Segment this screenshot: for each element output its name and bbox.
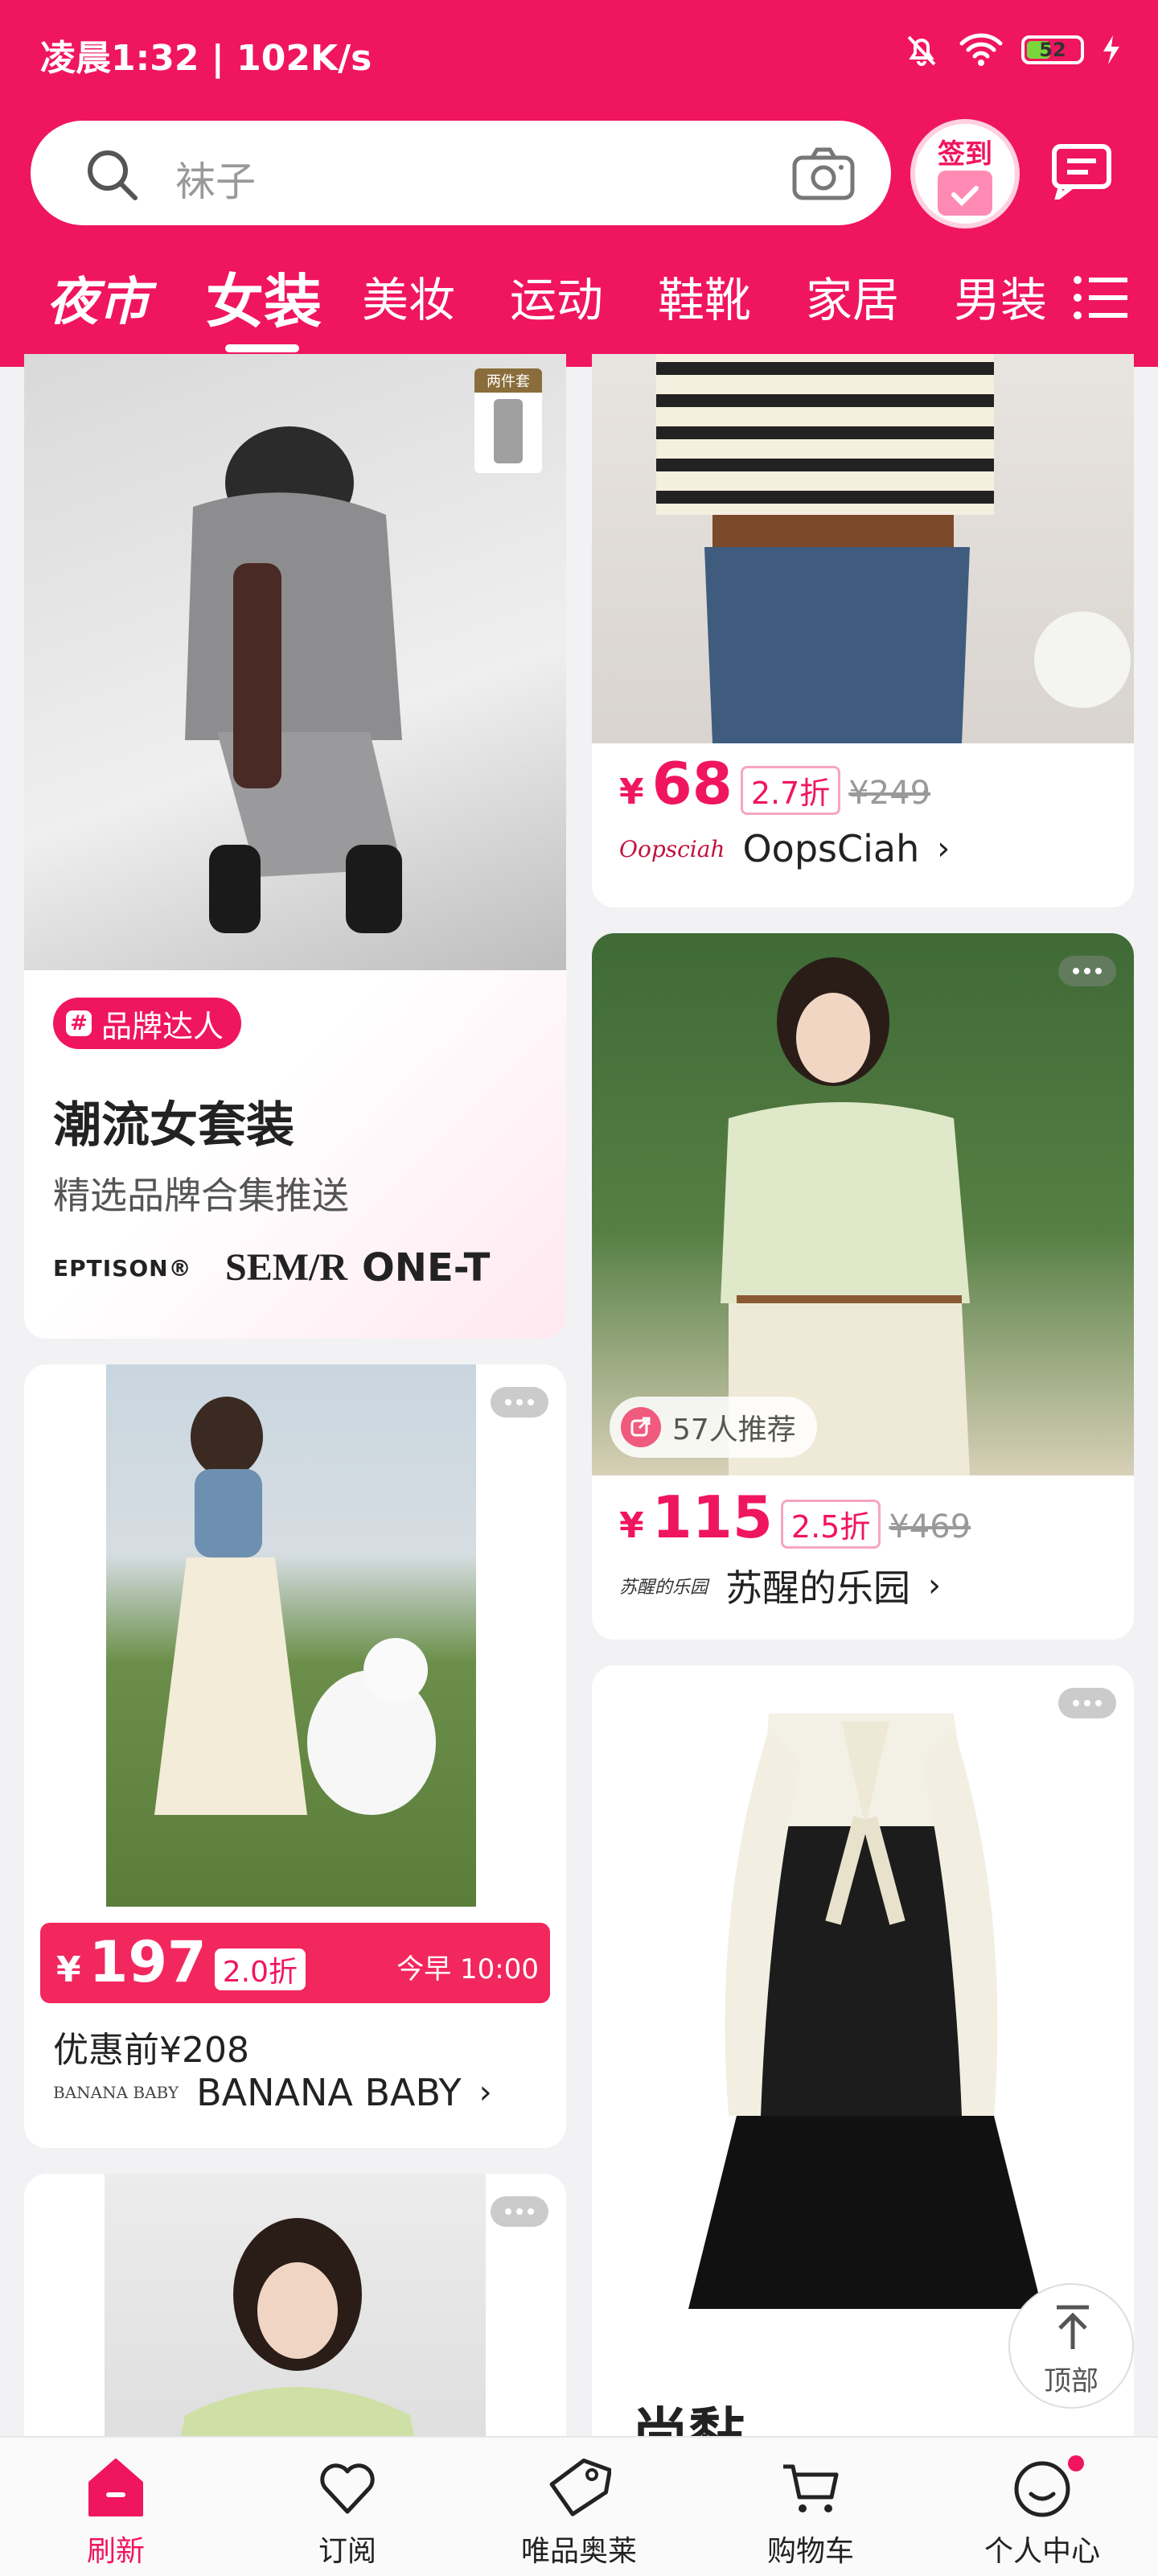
more-options-icon[interactable] xyxy=(491,2196,548,2227)
brand-row[interactable]: Oopsciah OopsCiah › xyxy=(619,827,950,870)
bottom-nav: 刷新 订阅 唯品奥莱 购物车 个人中心 xyxy=(0,2436,1158,2576)
nav-label: 刷新 xyxy=(86,2535,145,2568)
brand-logo-semir: SEM/R xyxy=(225,1246,348,1289)
currency: ¥ xyxy=(56,1949,81,1990)
product-image xyxy=(592,1665,1134,2357)
original-price: ¥249 xyxy=(848,775,931,812)
set-tag-label: 两件套 xyxy=(474,368,542,393)
price: 197 xyxy=(88,1929,207,1995)
tab-sports[interactable]: 运动 xyxy=(510,262,603,330)
product-image xyxy=(592,354,1134,743)
heart-icon xyxy=(320,2463,375,2514)
brand-name: OopsCiah xyxy=(742,827,920,870)
discount-badge: 2.0折 xyxy=(214,1948,306,1990)
badge-label: 品牌达人 xyxy=(101,1008,224,1044)
discount-badge: 2.5折 xyxy=(780,1500,881,1549)
currency: ¥ xyxy=(619,1505,644,1546)
recommend-count: 57人推荐 xyxy=(672,1414,796,1446)
tab-shoes[interactable]: 鞋靴 xyxy=(658,262,751,330)
brand-row[interactable]: 苏醒的乐园 苏醒的乐园 › xyxy=(619,1559,941,1612)
tab-home[interactable]: 家居 xyxy=(806,262,899,330)
product-card-banana-baby[interactable]: ¥ 197 2.0折 今早 10:00 优惠前¥208 BANANA BABY … xyxy=(24,1364,566,2148)
price-row: ¥ 68 2.7折 ¥249 xyxy=(619,750,930,817)
currency: ¥ xyxy=(619,772,644,813)
before-discount-price: 优惠前¥208 xyxy=(53,2030,249,2071)
nav-outlet[interactable]: 唯品奥莱 xyxy=(482,2438,676,2576)
brand-logo: 苏醒的乐园 xyxy=(619,1578,708,1598)
share-icon xyxy=(621,1407,661,1447)
chevron-right-icon: › xyxy=(937,830,951,867)
nav-profile[interactable]: 个人中心 xyxy=(946,2438,1139,2576)
message-icon[interactable] xyxy=(1049,143,1114,200)
search-icon xyxy=(88,150,138,200)
nav-cart[interactable]: 购物车 xyxy=(714,2438,907,2576)
tab-night-market[interactable]: 夜市 xyxy=(47,261,150,335)
back-to-top-label: 顶部 xyxy=(1044,2365,1098,2397)
more-options-icon[interactable] xyxy=(491,1387,548,1418)
nav-label: 订阅 xyxy=(318,2535,376,2568)
chevron-right-icon: › xyxy=(478,2074,492,2111)
brand-logo: BANANA BABY xyxy=(53,2083,179,2102)
promo-title: 潮流女套装 xyxy=(53,1097,294,1154)
price-row: ¥ 197 2.0折 xyxy=(56,1929,306,1995)
notification-dot xyxy=(1068,2455,1084,2471)
brand-logo-eptison: EPTISON® xyxy=(53,1255,192,1282)
status-bar: 凌晨1:32 | 102K/s 52 xyxy=(0,0,1158,105)
smile-icon xyxy=(1014,2461,1070,2517)
mute-bell-icon xyxy=(907,35,936,66)
price: 68 xyxy=(651,750,733,817)
discount-badge: 2.7折 xyxy=(740,766,841,815)
active-tab-indicator xyxy=(225,344,299,352)
charging-icon xyxy=(1103,35,1119,64)
nav-refresh[interactable]: 刷新 xyxy=(19,2438,212,2576)
search-placeholder: 袜子 xyxy=(175,158,256,205)
brand-row[interactable]: BANANA BABY BANANA BABY › xyxy=(53,2071,492,2114)
brand-name: 苏醒的乐园 xyxy=(725,1566,911,1610)
calendar-check-icon xyxy=(938,171,992,216)
product-image xyxy=(592,933,1134,1475)
tab-beauty[interactable]: 美妆 xyxy=(362,262,455,330)
status-time: 凌晨1:32 | 102K/s xyxy=(40,38,372,79)
tag-icon xyxy=(549,2459,611,2516)
nav-label: 唯品奥莱 xyxy=(520,2535,637,2568)
category-menu-icon[interactable] xyxy=(1073,274,1129,322)
category-tabs: 夜市 女装 美妆 运动 鞋靴 家居 男装 xyxy=(0,249,1158,367)
chevron-right-icon: › xyxy=(928,1567,942,1604)
brand-promo-card[interactable]: 两件套 # 品牌达人 潮流女套装 精选品牌合集推送 EPTISON® SEM/R… xyxy=(24,354,566,1339)
set-tag: 两件套 xyxy=(474,368,542,473)
wifi-icon xyxy=(959,33,1003,66)
tab-mens[interactable]: 男装 xyxy=(954,262,1047,330)
status-icons: 52 xyxy=(902,31,1121,69)
original-price: ¥469 xyxy=(889,1508,971,1545)
product-card-oopsciah[interactable]: ¥ 68 2.7折 ¥249 Oopsciah OopsCiah › xyxy=(592,354,1134,907)
nav-label: 个人中心 xyxy=(983,2535,1100,2568)
price: 115 xyxy=(651,1483,773,1551)
cart-icon xyxy=(783,2464,839,2512)
nav-subscribe[interactable]: 订阅 xyxy=(251,2438,444,2576)
search-bar[interactable]: 袜子 xyxy=(31,121,891,225)
promo-subtitle: 精选品牌合集推送 xyxy=(53,1174,349,1217)
nav-label: 购物车 xyxy=(766,2535,854,2568)
sale-time: 今早 10:00 xyxy=(396,1953,539,1985)
more-options-icon[interactable] xyxy=(1058,1688,1116,1718)
price-row: ¥ 115 2.5折 ¥469 xyxy=(619,1483,971,1551)
tab-womens[interactable]: 女装 xyxy=(206,254,322,339)
back-to-top-button[interactable]: 顶部 xyxy=(1008,2283,1134,2409)
recommend-badge: 57人推荐 xyxy=(610,1397,817,1458)
brand-logo: Oopsciah xyxy=(619,835,725,862)
camera-icon[interactable] xyxy=(791,145,856,201)
header: 凌晨1:32 | 102K/s 52 袜子 签到 夜市 女装 美妆 运动 鞋靴 … xyxy=(0,0,1158,367)
sign-in-button[interactable]: 签到 xyxy=(910,119,1020,228)
product-image xyxy=(106,1364,476,1907)
sign-in-label: 签到 xyxy=(938,138,992,171)
battery-icon: 52 xyxy=(1021,35,1084,64)
product-card-suxing[interactable]: 57人推荐 ¥ 115 2.5折 ¥469 苏醒的乐园 苏醒的乐园 › xyxy=(592,933,1134,1640)
arrow-up-icon xyxy=(1057,2305,1089,2349)
brand-logo-one-t: ONE-T xyxy=(362,1245,491,1290)
home-refresh-icon xyxy=(88,2459,143,2516)
more-options-icon[interactable] xyxy=(1058,956,1116,986)
brand-expert-badge: # 品牌达人 xyxy=(53,998,242,1049)
hash-icon: # xyxy=(66,1010,92,1036)
brand-name: BANANA BABY xyxy=(196,2071,462,2114)
